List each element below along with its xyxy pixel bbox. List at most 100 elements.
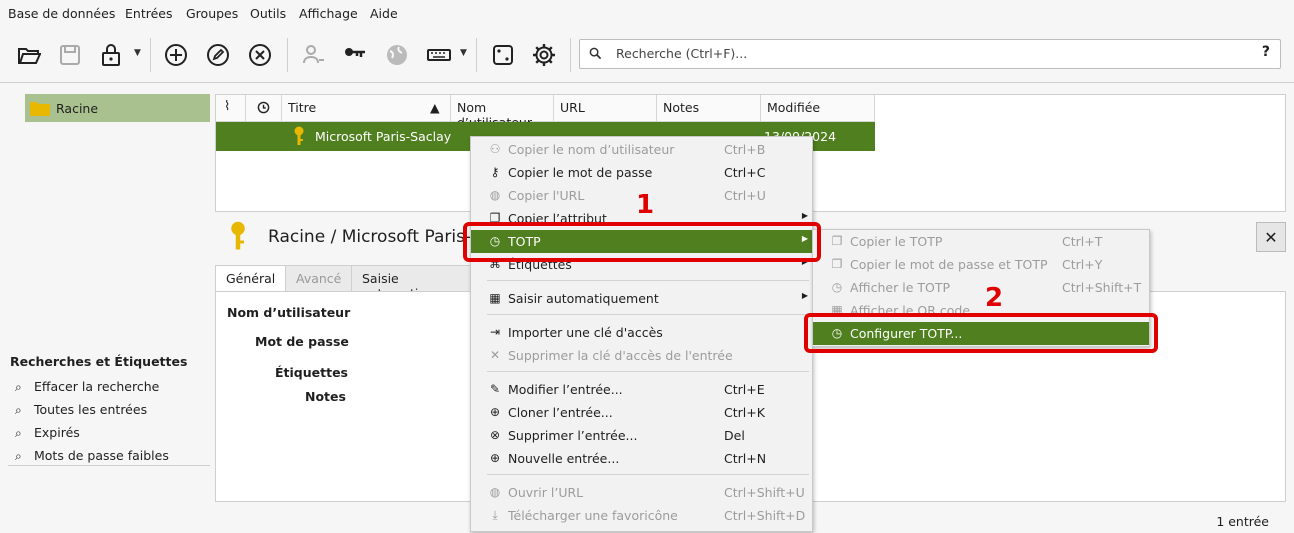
chevron-right-icon: ▶	[801, 211, 808, 220]
menu-item-shortcut: Del	[724, 428, 745, 443]
autotype-button[interactable]	[424, 40, 454, 70]
sidebar-item-expired[interactable]: ⌕ Expirés	[15, 425, 80, 441]
menu-remove-passkey[interactable]: ✕ Supprimer la clé d'accès de l'entrée	[471, 344, 812, 367]
user-copy-icon	[303, 45, 324, 64]
keyboard-icon: ▦	[489, 291, 501, 305]
column-notes[interactable]: Notes	[657, 95, 761, 122]
search-help-button[interactable]: ?	[1262, 44, 1270, 60]
menu-item-label: Supprimer la clé d'accès de l'entrée	[508, 348, 733, 363]
menu-copy-password[interactable]: ⚷ Copier le mot de passe Ctrl+C	[471, 161, 812, 184]
delete-entry-button[interactable]	[245, 40, 275, 70]
sidebar-divider	[8, 465, 210, 466]
menu-new-entry[interactable]: ⊕ Nouvelle entrée... Ctrl+N	[471, 447, 812, 470]
menu-item-label: Copier le mot de passe et TOTP	[850, 257, 1048, 272]
menu-view[interactable]: Affichage	[299, 6, 358, 21]
menu-autotype[interactable]: ▦ Saisir automatiquement ▶	[471, 287, 812, 310]
menu-item-shortcut: Ctrl+T	[1062, 234, 1103, 249]
copy-username-button[interactable]	[298, 40, 328, 70]
status-bar-count: 1 entrée	[1216, 514, 1269, 529]
menu-bar: Base de données Entrées Groupes Outils A…	[0, 0, 1294, 28]
globe-icon: ◍	[489, 485, 501, 499]
menu-item-shortcut: Ctrl+Y	[1062, 257, 1103, 272]
pencil-circle-icon	[207, 44, 229, 66]
key-icon: ⚷	[490, 165, 500, 179]
tab-advanced-label: Avancé	[296, 271, 342, 286]
download-icon: ⤓	[492, 508, 498, 522]
column-title-label: Titre	[288, 100, 317, 115]
clock-icon	[257, 101, 270, 114]
menu-copy-password-totp[interactable]: ❐ Copier le mot de passe et TOTP Ctrl+Y	[813, 253, 1149, 276]
edit-icon: ✎	[489, 382, 501, 396]
user-copy-icon: ⚇	[489, 142, 501, 156]
column-url-label: URL	[560, 100, 585, 115]
menu-item-label: Supprimer l’entrée...	[508, 428, 638, 443]
menu-item-shortcut: Ctrl+C	[724, 165, 766, 180]
column-attachment[interactable]: ⌇	[216, 95, 246, 122]
menu-item-shortcut: Ctrl+N	[724, 451, 767, 466]
menu-tools[interactable]: Outils	[250, 6, 286, 21]
globe-icon	[387, 45, 407, 65]
menu-copy-totp[interactable]: ❐ Copier le TOTP Ctrl+T	[813, 230, 1149, 253]
open-database-button[interactable]	[14, 40, 44, 70]
x-circle-icon	[249, 44, 271, 66]
column-url[interactable]: URL	[554, 95, 657, 122]
search-icon: ⌕	[15, 426, 22, 440]
plus-circle-icon	[165, 44, 187, 66]
column-totp[interactable]	[246, 95, 282, 122]
copy-icon: ❐	[831, 257, 843, 271]
field-notes-label: Notes	[305, 389, 346, 404]
search-icon: ⌕	[15, 449, 22, 463]
column-title[interactable]: Titre ▲	[282, 95, 451, 122]
column-modified[interactable]: Modifiée	[761, 95, 875, 122]
menu-separator	[487, 371, 809, 372]
menu-entries[interactable]: Entrées	[125, 6, 172, 21]
sidebar-item-all-entries[interactable]: ⌕ Toutes les entrées	[15, 402, 147, 418]
sidebar-item-label: Effacer la recherche	[34, 379, 160, 394]
column-notes-label: Notes	[663, 100, 700, 115]
menu-open-url[interactable]: ◍ Ouvrir l’URL Ctrl+Shift+U	[471, 481, 812, 504]
add-entry-button[interactable]	[161, 40, 191, 70]
tab-advanced[interactable]: Avancé	[285, 265, 352, 293]
menu-item-label: Saisir automatiquement	[508, 291, 659, 306]
search-input[interactable]: Recherche (Ctrl+F)...	[616, 46, 747, 61]
menu-edit-entry[interactable]: ✎ Modifier l’entrée... Ctrl+E	[471, 378, 812, 401]
edit-entry-button[interactable]	[203, 40, 233, 70]
close-preview-button[interactable]: ✕	[1256, 222, 1286, 252]
menu-item-label: Importer une clé d'accès	[508, 325, 663, 340]
group-racine[interactable]: Racine	[25, 94, 210, 122]
copy-password-button[interactable]	[340, 40, 370, 70]
sidebar-item-weak-passwords[interactable]: ⌕ Mots de passe faibles	[15, 448, 169, 464]
column-username[interactable]: Nom d’utilisateur	[451, 95, 554, 130]
search-icon: ⌕	[15, 403, 22, 417]
menu-copy-username[interactable]: ⚇ Copier le nom d’utilisateur Ctrl+B	[471, 138, 812, 161]
password-generator-button[interactable]	[488, 40, 518, 70]
tab-general[interactable]: Général	[215, 265, 286, 293]
paperclip-icon: ⌇	[224, 99, 231, 114]
menu-item-shortcut: Ctrl+B	[724, 142, 766, 157]
searches-tags-title: Recherches et Étiquettes	[10, 354, 188, 369]
lock-database-button[interactable]	[96, 40, 126, 70]
menu-database[interactable]: Base de données	[8, 6, 115, 21]
chevron-right-icon: ▶	[801, 291, 808, 300]
settings-button[interactable]	[529, 40, 559, 70]
menu-download-favicon[interactable]: ⤓ Télécharger une favoricône Ctrl+Shift+…	[471, 504, 812, 527]
menu-groups[interactable]: Groupes	[186, 6, 238, 21]
menu-clone-entry[interactable]: ⊕ Cloner l’entrée... Ctrl+K	[471, 401, 812, 424]
chevron-down-icon[interactable]: ▼	[460, 48, 467, 58]
annotation-box-totp	[463, 222, 821, 262]
menu-item-label: Copier le mot de passe	[508, 165, 653, 180]
tab-autotype[interactable]: Saisie automatique	[351, 265, 471, 301]
menu-delete-entry[interactable]: ⊗ Supprimer l’entrée... Del	[471, 424, 812, 447]
chevron-down-icon[interactable]: ▼	[134, 48, 141, 58]
sidebar-item-clear-search[interactable]: ⌕ Effacer la recherche	[15, 379, 159, 395]
tab-general-label: Général	[226, 271, 276, 286]
menu-help[interactable]: Aide	[370, 6, 398, 21]
menu-item-label: Cloner l’entrée...	[508, 405, 613, 420]
menu-import-passkey[interactable]: ⇥ Importer une clé d'accès	[471, 321, 812, 344]
delete-icon: ⊗	[489, 428, 501, 442]
copy-url-button[interactable]	[382, 40, 412, 70]
search-box[interactable]: Recherche (Ctrl+F)... ?	[579, 39, 1281, 69]
menu-show-totp[interactable]: ◷ Afficher le TOTP Ctrl+Shift+T	[813, 276, 1149, 299]
save-database-button[interactable]	[55, 40, 85, 70]
clone-icon: ⊕	[489, 405, 501, 419]
